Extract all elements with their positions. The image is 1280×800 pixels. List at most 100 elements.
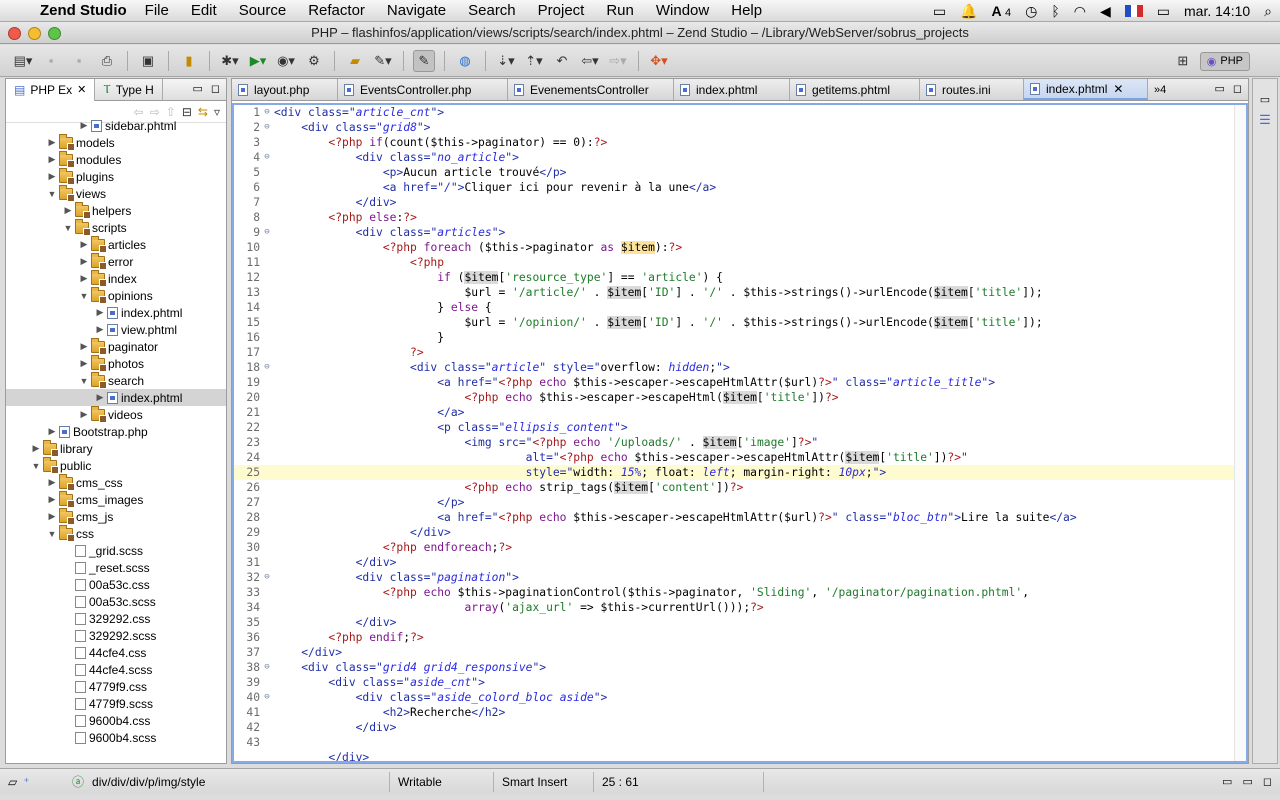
pin-icon[interactable]: ✥▾ [648, 50, 670, 72]
time-machine-icon[interactable]: ◷ [1025, 3, 1037, 20]
zoom-window-button[interactable] [48, 27, 61, 40]
fold-icon[interactable]: ⊖ [262, 360, 272, 375]
menu-refactor[interactable]: Refactor [308, 2, 365, 19]
code-line[interactable]: 6 <a href="/">Cliquer ici pour revenir à… [234, 180, 1246, 195]
expanded-icon[interactable]: ▼ [46, 189, 58, 199]
code-line[interactable]: 4 ⊖ <div class="no_article"> [234, 150, 1246, 165]
menu-run[interactable]: Run [606, 2, 634, 19]
code-line[interactable]: 23 <img src="<?php echo '/uploads/' . $i… [234, 435, 1246, 450]
new-icon[interactable]: ▤▾ [12, 50, 34, 72]
code-line[interactable]: 30 <?php endforeach;?> [234, 540, 1246, 555]
code-line[interactable]: 25 style="width: 15%; float: left; margi… [234, 465, 1246, 480]
editor-tab[interactable]: EvenementsController [508, 79, 674, 100]
collapsed-icon[interactable]: ▶ [30, 443, 42, 454]
code-line[interactable]: 29 </div> [234, 525, 1246, 540]
tree-item[interactable]: 44cfe4.scss [6, 661, 226, 678]
app-name[interactable]: Zend Studio [40, 2, 127, 19]
new-view-icon[interactable]: ⁺ [23, 775, 29, 789]
battery-icon[interactable]: ▭ [1157, 3, 1170, 20]
tree-item[interactable]: 9600b4.scss [6, 729, 226, 746]
fold-icon[interactable]: ⊖ [262, 225, 272, 240]
mark-occurrences-icon[interactable]: ✎ [413, 49, 435, 72]
run-icon[interactable]: ▶▾ [247, 50, 269, 72]
code-line[interactable]: 9 ⊖ <div class="articles"> [234, 225, 1246, 240]
editor-tab[interactable]: index.phtml [674, 79, 790, 100]
collapsed-icon[interactable]: ▶ [78, 358, 90, 369]
editor-tab[interactable]: layout.php [232, 79, 338, 100]
tree-item[interactable]: ▼ public [6, 456, 226, 474]
spotlight-icon[interactable]: ⌕ [1264, 3, 1272, 20]
tree-item[interactable]: ▶ plugins [6, 167, 226, 185]
menu-file[interactable]: File [145, 2, 169, 19]
expanded-icon[interactable]: ▼ [62, 223, 74, 233]
debug-icon[interactable]: ✱▾ [219, 50, 241, 72]
minimize-icon[interactable]: ▭ [1214, 82, 1224, 95]
volume-icon[interactable]: ◀ [1100, 3, 1111, 20]
code-line[interactable]: 16 } [234, 330, 1246, 345]
tree-item[interactable]: ▶ index [6, 269, 226, 287]
code-line[interactable]: 5 <p>Aucun article trouvé</p> [234, 165, 1246, 180]
tree-item[interactable]: ▶ index.phtml [6, 304, 226, 321]
wand-icon[interactable]: ✎▾ [372, 50, 394, 72]
globe-icon[interactable]: ◍ [454, 50, 476, 72]
tree-item[interactable]: ▶ cms_js [6, 507, 226, 525]
editor-tab[interactable]: routes.ini [920, 79, 1024, 100]
collapsed-icon[interactable]: ▶ [46, 137, 58, 148]
collapsed-icon[interactable]: ▶ [78, 273, 90, 284]
fold-icon[interactable]: ⊖ [262, 105, 272, 120]
tree-item[interactable]: ▼ search [6, 371, 226, 389]
tree-item[interactable]: ▶ modules [6, 150, 226, 168]
collapsed-icon[interactable]: ▶ [78, 409, 90, 420]
collapsed-icon[interactable]: ▶ [78, 341, 90, 352]
restore-icon[interactable]: ▭ [1253, 93, 1277, 106]
fold-icon[interactable]: ⊖ [262, 150, 272, 165]
prev-annotation-icon[interactable]: ⇡▾ [523, 50, 545, 72]
code-line[interactable]: 43 [234, 735, 1246, 750]
code-line[interactable]: 3 <?php if(count($this->paginator) == 0)… [234, 135, 1246, 150]
tree-item[interactable]: _grid.scss [6, 542, 226, 559]
minimize-icon[interactable]: ▭ [1222, 775, 1232, 788]
code-line[interactable]: 34 array('ajax_url' => $this->currentUrl… [234, 600, 1246, 615]
code-line[interactable]: 14 } else { [234, 300, 1246, 315]
expanded-icon[interactable]: ▼ [46, 529, 58, 539]
collapsed-icon[interactable]: ▶ [78, 120, 90, 131]
tree-item[interactable]: 4779f9.scss [6, 695, 226, 712]
tree-item[interactable]: ▶ sidebar.phtml [6, 117, 226, 134]
minimize-icon[interactable]: ▭ [192, 82, 202, 95]
code-line[interactable]: 7 </div> [234, 195, 1246, 210]
code-line[interactable]: 17 ?> [234, 345, 1246, 360]
fold-icon[interactable]: ⊖ [262, 120, 272, 135]
tree-item[interactable]: ▶ cms_css [6, 473, 226, 491]
tab-php-explorer[interactable]: ▤ PHP Ex ✕ [6, 78, 96, 101]
maximize-icon[interactable]: ◻ [1233, 82, 1242, 95]
menu-source[interactable]: Source [239, 2, 287, 19]
restore-icon[interactable]: ▭ [1242, 775, 1252, 788]
tree-item[interactable]: ▶ paginator [6, 337, 226, 355]
fast-view-icon[interactable]: ▱ [8, 775, 17, 789]
tree-item[interactable]: ▶ index.phtml [6, 389, 226, 406]
collapsed-icon[interactable]: ▶ [62, 205, 74, 216]
code-line[interactable]: 36 <?php endif;?> [234, 630, 1246, 645]
tree-item[interactable]: 4779f9.css [6, 678, 226, 695]
wifi-icon[interactable]: ◠ [1074, 3, 1086, 20]
flag-icon[interactable] [1124, 5, 1143, 17]
code-line[interactable]: 10 <?php foreach ($this->paginator as $i… [234, 240, 1246, 255]
code-line[interactable]: 31 </div> [234, 555, 1246, 570]
forward-icon[interactable]: ⇨▾ [607, 50, 629, 72]
code-line[interactable]: 20 <?php echo $this->escaper->escapeHtml… [234, 390, 1246, 405]
tree-item[interactable]: 00a53c.scss [6, 593, 226, 610]
tree-item[interactable]: ▶ videos [6, 405, 226, 423]
tree-item[interactable]: 329292.css [6, 610, 226, 627]
print-icon[interactable]: ⎙ [96, 50, 118, 72]
menu-edit[interactable]: Edit [191, 2, 217, 19]
code-line[interactable]: 41 <h2>Recherche</h2> [234, 705, 1246, 720]
tab-type-hierarchy[interactable]: Ⲧ Type H [95, 78, 163, 101]
menu-window[interactable]: Window [656, 2, 709, 19]
code-line[interactable]: 24 alt="<?php echo $this->escaper->escap… [234, 450, 1246, 465]
tree-item[interactable]: ▼ opinions [6, 286, 226, 304]
fold-icon[interactable]: ⊖ [262, 690, 272, 705]
code-line[interactable]: 19 <a href="<?php echo $this->escaper->e… [234, 375, 1246, 390]
tree-item[interactable]: ▶ photos [6, 354, 226, 372]
tree-item[interactable]: ▶ library [6, 439, 226, 457]
code-line[interactable]: 21 </a> [234, 405, 1246, 420]
